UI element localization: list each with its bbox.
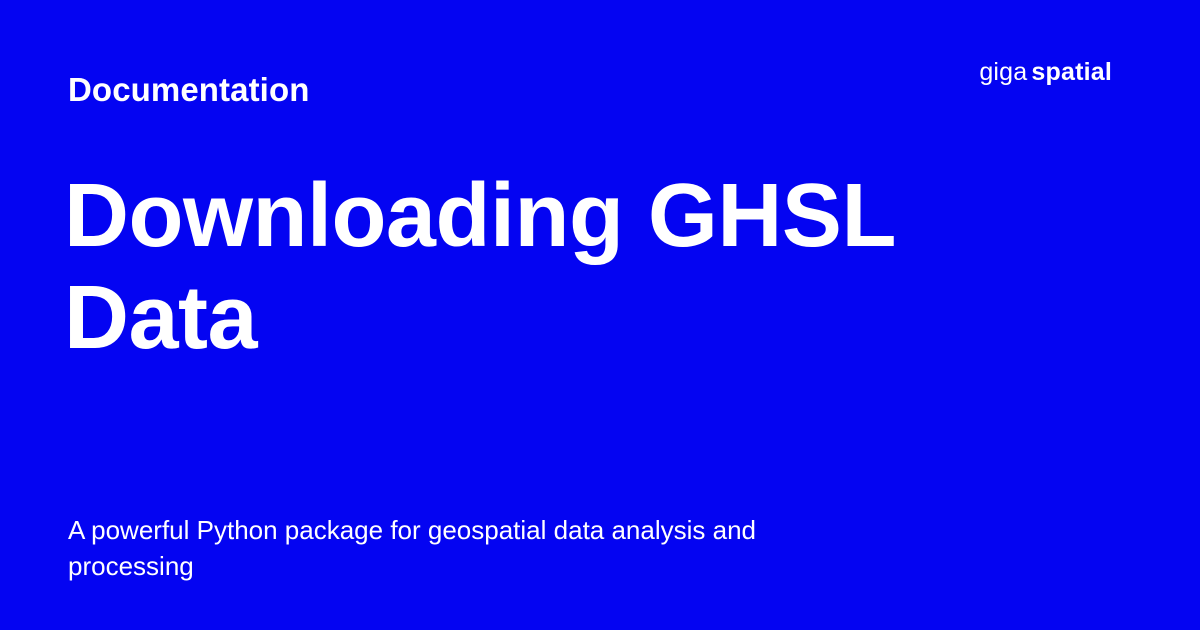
page-title-line-1: Downloading GHSL <box>64 166 896 266</box>
logo-text-light: giga <box>979 58 1028 86</box>
social-preview-card: Documentation giga spatial Downloading G… <box>0 0 1200 630</box>
section-label: Documentation <box>68 71 310 108</box>
page-title-line-2: Data <box>64 268 258 368</box>
gigaspatial-logo: giga spatial <box>979 56 1112 88</box>
logo-text-bold: spatial <box>1031 58 1112 86</box>
package-description: A powerful Python package for geospatial… <box>68 515 757 581</box>
page-title: Downloading GHSL Data <box>64 165 924 369</box>
